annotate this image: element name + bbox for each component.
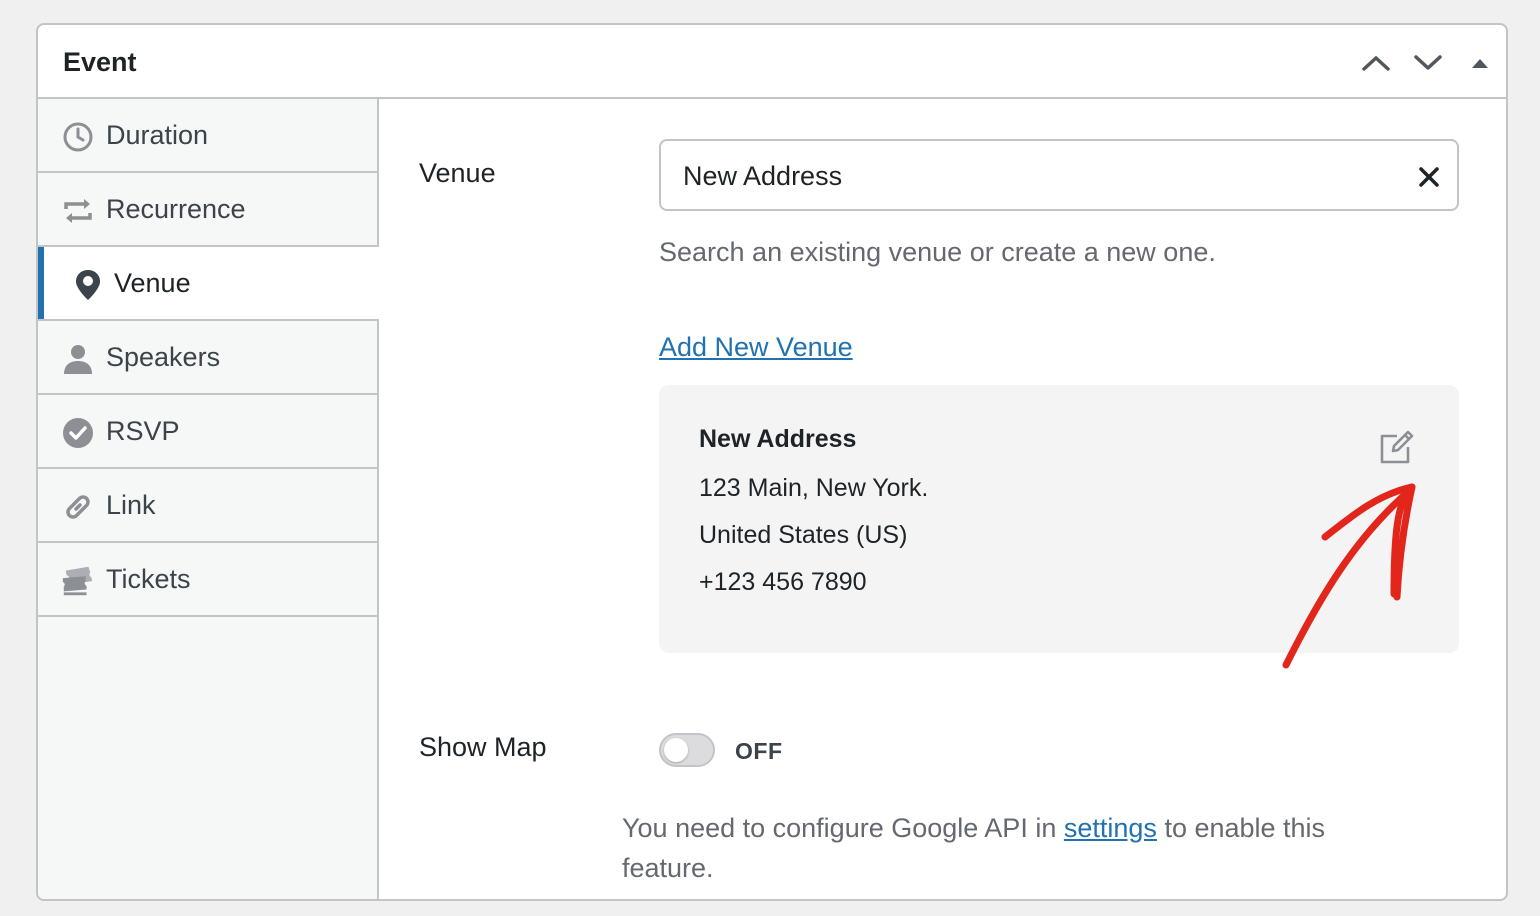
active-indicator (38, 247, 44, 319)
sidebar-item-link[interactable]: Link (38, 469, 377, 543)
person-icon (60, 341, 96, 377)
move-down-button[interactable] (1410, 45, 1446, 81)
sidebar-item-label: Link (106, 489, 156, 520)
sidebar-item-label: Duration (106, 119, 209, 150)
check-circle-icon (60, 415, 96, 451)
settings-link[interactable]: settings (1064, 813, 1157, 843)
venue-card-country: United States (US) (699, 521, 908, 549)
link-icon (60, 489, 96, 525)
content-area: Venue New Address Search an existing ven… (379, 99, 1506, 899)
sidebar-item-duration[interactable]: Duration (38, 99, 377, 173)
sidebar-item-tickets[interactable]: Tickets (38, 543, 377, 617)
sidebar-item-speakers[interactable]: Speakers (38, 321, 377, 395)
sidebar-item-label: Venue (114, 267, 191, 298)
chevron-down-icon (1414, 55, 1442, 70)
add-new-venue-link[interactable]: Add New Venue (659, 332, 853, 363)
panel-header: Event (38, 25, 1506, 99)
venue-input-value: New Address (683, 161, 843, 191)
panel-title: Event (63, 47, 137, 77)
venue-card-address: 123 Main, New York. (699, 474, 929, 502)
sidebar-item-recurrence[interactable]: Recurrence (38, 173, 377, 247)
triangle-up-icon (1472, 59, 1488, 68)
sidebar: Duration Recurrence Venue Speakers RSVP … (38, 99, 379, 899)
edit-venue-button[interactable] (1377, 427, 1417, 467)
venue-label: Venue (419, 158, 496, 188)
move-up-button[interactable] (1358, 45, 1394, 81)
map-note-text: You need to configure Google API in (622, 813, 1057, 843)
venue-card-phone: +123 456 7890 (699, 568, 867, 596)
sidebar-item-venue[interactable]: Venue (38, 247, 379, 321)
venue-card: New Address 123 Main, New York. United S… (659, 385, 1459, 653)
sidebar-item-label: Recurrence (106, 193, 246, 224)
map-note-text-3: feature. (622, 853, 714, 883)
clock-icon (60, 119, 96, 155)
map-note: You need to configure Google API in sett… (622, 808, 1402, 888)
show-map-label: Show Map (419, 732, 547, 762)
sidebar-item-label: RSVP (106, 415, 180, 446)
sidebar-item-label: Tickets (106, 563, 191, 594)
map-note-text-2: to enable this (1164, 813, 1326, 843)
clear-venue-button[interactable] (1415, 163, 1443, 191)
tickets-icon (60, 563, 96, 599)
venue-search-input[interactable]: New Address (659, 139, 1459, 211)
venue-card-name: New Address (699, 425, 857, 453)
toggle-knob (664, 738, 688, 762)
event-panel: Event Duration Recurrence Venue Speakers… (36, 23, 1508, 901)
sidebar-item-rsvp[interactable]: RSVP (38, 395, 377, 469)
venue-help-text: Search an existing venue or create a new… (659, 237, 1216, 267)
toggle-state-text: OFF (735, 738, 783, 764)
edit-icon (1380, 430, 1414, 464)
collapse-panel-button[interactable] (1462, 45, 1498, 81)
sidebar-item-label: Speakers (106, 341, 221, 372)
chevron-up-icon (1362, 56, 1390, 71)
repeat-icon (60, 193, 96, 229)
location-pin-icon (70, 267, 106, 303)
show-map-toggle[interactable] (659, 733, 715, 767)
close-icon (1419, 167, 1439, 187)
